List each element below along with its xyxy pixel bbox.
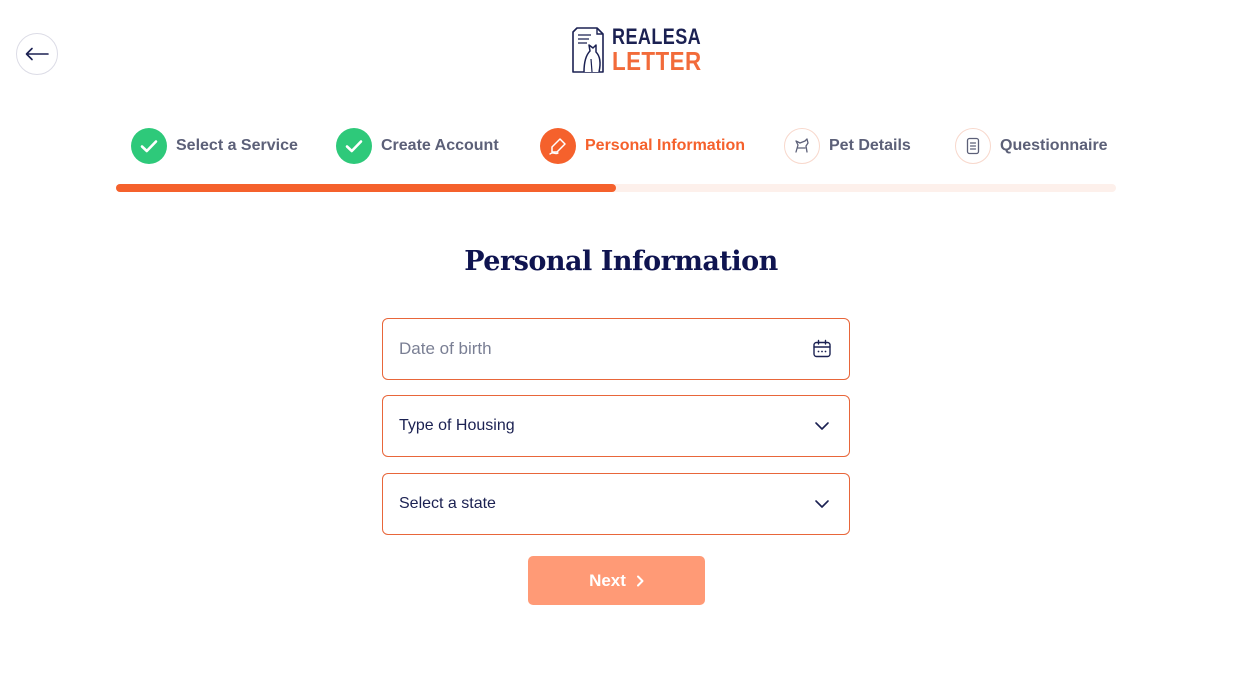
step-status-pending (784, 128, 820, 164)
step-create-account[interactable]: Create Account (336, 128, 499, 164)
check-icon (345, 140, 363, 153)
page-title: Personal Information (464, 246, 778, 277)
hand-pen-icon (549, 138, 566, 155)
dob-input[interactable] (399, 339, 811, 359)
next-button-label: Next (589, 570, 626, 590)
arrow-left-icon (25, 47, 49, 61)
step-status-done (131, 128, 167, 164)
logo: REALESA LETTER (571, 25, 721, 75)
chevron-down-icon (811, 415, 833, 437)
logo-icon (572, 27, 604, 73)
step-status-done (336, 128, 372, 164)
housing-select-value: Type of Housing (399, 417, 515, 434)
state-select-value: Select a state (399, 495, 496, 512)
step-label: Questionnaire (1000, 137, 1108, 154)
logo-line2: LETTER (612, 46, 702, 76)
logo-line1: REALESA (612, 24, 702, 49)
stepper: Select a Service Create Account Personal… (0, 128, 1242, 164)
chevron-down-icon (811, 493, 833, 515)
step-personal-information[interactable]: Personal Information (540, 128, 745, 164)
step-status-pending (955, 128, 991, 164)
progress-fill (116, 184, 616, 192)
next-button[interactable]: Next (528, 556, 705, 605)
pet-icon (795, 138, 809, 153)
document-icon (966, 137, 980, 155)
step-pet-details[interactable]: Pet Details (784, 128, 911, 164)
housing-select[interactable]: Type of Housing (382, 395, 850, 457)
step-label: Create Account (381, 137, 499, 154)
chevron-right-icon (636, 575, 644, 587)
state-select[interactable]: Select a state (382, 473, 850, 535)
check-icon (140, 140, 158, 153)
calendar-icon[interactable] (811, 338, 833, 360)
step-label: Select a Service (176, 137, 298, 154)
step-select-service[interactable]: Select a Service (131, 128, 298, 164)
step-label: Personal Information (585, 137, 746, 154)
step-status-active (540, 128, 576, 164)
step-questionnaire[interactable]: Questionnaire (955, 128, 1108, 164)
progress-bar (116, 184, 1116, 192)
back-button[interactable] (16, 33, 58, 75)
dob-field[interactable] (382, 318, 850, 380)
step-label: Pet Details (829, 137, 911, 154)
